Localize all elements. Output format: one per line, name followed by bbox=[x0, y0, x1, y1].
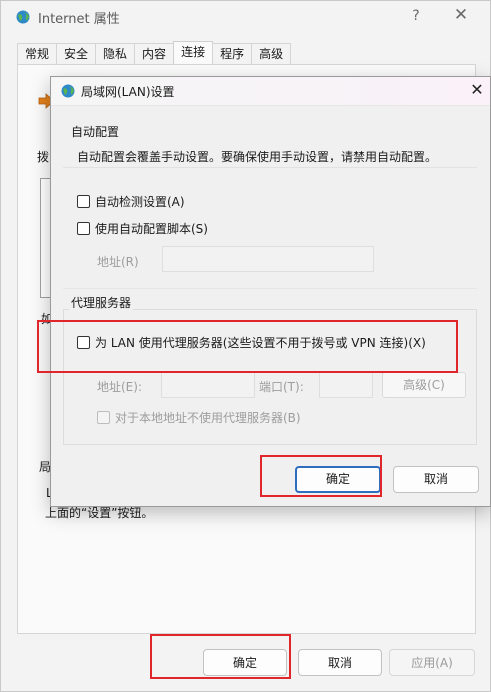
tab-privacy[interactable]: 隐私 bbox=[95, 43, 136, 65]
bypass-local-checkbox[interactable] bbox=[97, 411, 110, 424]
help-button[interactable]: ? bbox=[406, 8, 426, 24]
cancel-button[interactable]: 取消 bbox=[298, 649, 382, 676]
auto-detect-label: 自动检测设置(A) bbox=[95, 195, 185, 209]
internet-globe-icon bbox=[16, 10, 30, 24]
script-address-label: 地址(R) bbox=[97, 255, 139, 269]
lan-window-title: 局域网(LAN)设置 bbox=[81, 84, 175, 99]
bypass-local-row[interactable]: 对于本地地址不使用代理服务器(B) bbox=[97, 409, 301, 426]
auto-detect-checkbox[interactable] bbox=[77, 195, 90, 208]
window-title: Internet 属性 bbox=[38, 11, 120, 27]
script-address-input[interactable] bbox=[162, 246, 374, 272]
tab-programs[interactable]: 程序 bbox=[212, 43, 253, 65]
proxy-port-label: 端口(T): bbox=[259, 380, 304, 394]
tab-advanced[interactable]: 高级 bbox=[251, 43, 292, 65]
annotation-highlight-lan-ok bbox=[260, 455, 382, 497]
title-bar: Internet 属性 ? ✕ bbox=[1, 1, 490, 33]
close-button[interactable]: ✕ bbox=[451, 5, 471, 25]
tab-general[interactable]: 常规 bbox=[17, 43, 58, 65]
auto-config-description: 自动配置会覆盖手动设置。要确保使用手动设置，请禁用自动配置。 bbox=[77, 150, 438, 164]
lan-cancel-button[interactable]: 取消 bbox=[393, 466, 479, 493]
proxy-address-label: 地址(E): bbox=[97, 380, 142, 394]
tab-strip: 常规 安全 隐私 内容 连接 程序 高级 bbox=[17, 41, 292, 65]
lan-title-bar: 局域网(LAN)设置 ✕ bbox=[51, 77, 490, 106]
advanced-button[interactable]: 高级(C) bbox=[382, 372, 466, 398]
tab-connections[interactable]: 连接 bbox=[173, 41, 214, 65]
apply-button[interactable]: 应用(A) bbox=[389, 649, 475, 676]
divider bbox=[63, 167, 477, 168]
internet-globe-icon bbox=[61, 84, 75, 98]
annotation-highlight-proxy bbox=[37, 320, 458, 373]
proxy-port-input[interactable] bbox=[319, 372, 373, 398]
dialup-label-fragment: 拨 bbox=[37, 150, 50, 164]
bypass-local-label: 对于本地地址不使用代理服务器(B) bbox=[115, 411, 301, 425]
tab-content[interactable]: 内容 bbox=[134, 43, 175, 65]
auto-detect-row[interactable]: 自动检测设置(A) bbox=[77, 193, 185, 210]
annotation-highlight-ok bbox=[150, 634, 291, 679]
auto-config-title: 自动配置 bbox=[69, 123, 122, 140]
proxy-address-input[interactable] bbox=[161, 372, 255, 398]
tab-security[interactable]: 安全 bbox=[56, 43, 97, 65]
use-script-label: 使用自动配置脚本(S) bbox=[95, 222, 208, 236]
lan-close-button[interactable]: ✕ bbox=[468, 80, 486, 99]
use-script-row[interactable]: 使用自动配置脚本(S) bbox=[77, 220, 208, 237]
use-script-checkbox[interactable] bbox=[77, 222, 90, 235]
proxy-title: 代理服务器 bbox=[69, 294, 134, 311]
lan-settings-dialog: 局域网(LAN)设置 ✕ 自动配置 自动配置会覆盖手动设置。要确保使用手动设置，… bbox=[50, 76, 491, 507]
